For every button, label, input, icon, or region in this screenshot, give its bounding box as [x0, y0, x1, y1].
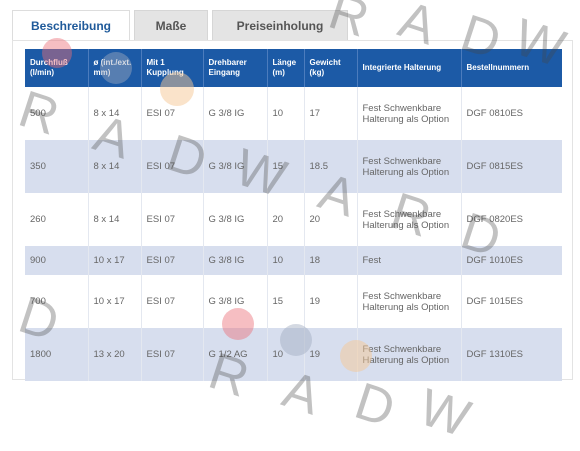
header-gewicht: Gewicht (kg)	[304, 49, 358, 87]
tab-masse[interactable]: Maße	[134, 10, 208, 40]
header-halterung: Integrierte Halterung	[357, 49, 462, 87]
cell-laenge: 20	[267, 193, 305, 246]
header-diameter: ø (int./ext. mm)	[88, 49, 142, 87]
header-durchfluss: Durchfluß (l/min)	[25, 49, 89, 87]
header-eingang: Drehbarer Eingang	[203, 49, 268, 87]
cell-gewicht: 17	[304, 87, 358, 140]
cell-laenge: 10	[267, 87, 305, 140]
product-table: Durchfluß (l/min) ø (int./ext. mm) Mit 1…	[25, 49, 562, 381]
cell-eingang: G 1/2 AG	[203, 328, 268, 381]
table-header-row: Durchfluß (l/min) ø (int./ext. mm) Mit 1…	[25, 49, 562, 87]
tab-bar: Beschreibung Maße Preiseinholung	[12, 10, 352, 40]
cell-durchfluss: 350	[25, 140, 89, 193]
cell-halterung: Fest Schwenkbare Halterung als Option	[357, 193, 462, 246]
cell-kupplung: ESI 07	[141, 275, 204, 328]
cell-gewicht: 19	[304, 275, 358, 328]
watermark-letter: W	[412, 378, 481, 450]
cell-bestellnummer: DGF 1015ES	[461, 275, 562, 328]
cell-diameter: 10 x 17	[88, 275, 142, 328]
cell-gewicht: 19	[304, 328, 358, 381]
cell-eingang: G 3/8 IG	[203, 140, 268, 193]
tab-preiseinholung[interactable]: Preiseinholung	[212, 10, 348, 40]
cell-diameter: 8 x 14	[88, 193, 142, 246]
table-row: 350 8 x 14 ESI 07 G 3/8 IG 15 18.5 Fest …	[25, 140, 562, 193]
cell-gewicht: 18	[304, 246, 358, 275]
cell-kupplung: ESI 07	[141, 193, 204, 246]
cell-gewicht: 18.5	[304, 140, 358, 193]
cell-eingang: G 3/8 IG	[203, 246, 268, 275]
cell-diameter: 8 x 14	[88, 140, 142, 193]
cell-diameter: 10 x 17	[88, 246, 142, 275]
cell-halterung: Fest Schwenkbare Halterung als Option	[357, 87, 462, 140]
table-row: 1800 13 x 20 ESI 07 G 1/2 AG 10 19 Fest …	[25, 328, 562, 381]
table-row: 260 8 x 14 ESI 07 G 3/8 IG 20 20 Fest Sc…	[25, 193, 562, 246]
header-kupplung: Mit 1 Kupplung	[141, 49, 204, 87]
cell-diameter: 8 x 14	[88, 87, 142, 140]
cell-bestellnummer: DGF 0810ES	[461, 87, 562, 140]
cell-laenge: 15	[267, 140, 305, 193]
cell-kupplung: ESI 07	[141, 328, 204, 381]
table-row: 500 8 x 14 ESI 07 G 3/8 IG 10 17 Fest Sc…	[25, 87, 562, 140]
cell-halterung: Fest Schwenkbare Halterung als Option	[357, 328, 462, 381]
cell-bestellnummer: DGF 1010ES	[461, 246, 562, 275]
cell-laenge: 15	[267, 275, 305, 328]
cell-laenge: 10	[267, 328, 305, 381]
cell-bestellnummer: DGF 0815ES	[461, 140, 562, 193]
cell-halterung: Fest	[357, 246, 462, 275]
cell-bestellnummer: DGF 1310ES	[461, 328, 562, 381]
table-row: 700 10 x 17 ESI 07 G 3/8 IG 15 19 Fest S…	[25, 275, 562, 328]
cell-halterung: Fest Schwenkbare Halterung als Option	[357, 140, 462, 193]
cell-bestellnummer: DGF 0820ES	[461, 193, 562, 246]
description-panel: Durchfluß (l/min) ø (int./ext. mm) Mit 1…	[12, 40, 573, 381]
cell-eingang: G 3/8 IG	[203, 275, 268, 328]
header-laenge: Länge (m)	[267, 49, 305, 87]
cell-laenge: 10	[267, 246, 305, 275]
cell-kupplung: ESI 07	[141, 140, 204, 193]
cell-durchfluss: 900	[25, 246, 89, 275]
cell-durchfluss: 1800	[25, 328, 89, 381]
cell-eingang: G 3/8 IG	[203, 87, 268, 140]
cell-diameter: 13 x 20	[88, 328, 142, 381]
cell-durchfluss: 500	[25, 87, 89, 140]
cell-gewicht: 20	[304, 193, 358, 246]
header-bestellnummern: Bestellnummern	[461, 49, 562, 87]
cell-durchfluss: 260	[25, 193, 89, 246]
cell-kupplung: ESI 07	[141, 246, 204, 275]
table-row: 900 10 x 17 ESI 07 G 3/8 IG 10 18 Fest D…	[25, 246, 562, 275]
cell-durchfluss: 700	[25, 275, 89, 328]
cell-eingang: G 3/8 IG	[203, 193, 268, 246]
cell-halterung: Fest Schwenkbare Halterung als Option	[357, 275, 462, 328]
tab-beschreibung[interactable]: Beschreibung	[12, 10, 130, 40]
cell-kupplung: ESI 07	[141, 87, 204, 140]
watermark-letter: D	[348, 371, 406, 441]
